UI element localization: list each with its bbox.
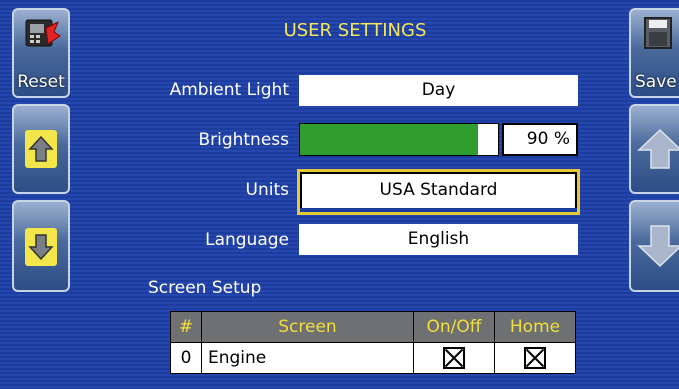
column-header-home: Home bbox=[494, 311, 576, 343]
brightness-label: Brightness bbox=[198, 130, 289, 150]
page-title: USER SETTINGS bbox=[283, 20, 427, 41]
save-label: Save bbox=[635, 72, 677, 92]
column-header-screen: Screen bbox=[201, 311, 414, 343]
scroll-up-button[interactable] bbox=[629, 104, 679, 194]
home-checkbox-cell[interactable] bbox=[494, 342, 576, 374]
brightness-slider[interactable] bbox=[299, 123, 499, 156]
scroll-up-icon bbox=[637, 126, 679, 176]
save-icon bbox=[643, 16, 675, 56]
reset-button[interactable]: Reset bbox=[12, 8, 70, 98]
arrow-down-icon bbox=[25, 228, 57, 266]
down-button[interactable] bbox=[12, 200, 70, 292]
screen-setup-label: Screen Setup bbox=[148, 278, 262, 298]
language-label: Language bbox=[205, 230, 289, 250]
scroll-down-icon bbox=[637, 220, 679, 274]
column-header-number: # bbox=[170, 311, 202, 343]
up-button[interactable] bbox=[12, 104, 70, 194]
scroll-down-button[interactable] bbox=[629, 200, 679, 292]
brightness-fill bbox=[300, 124, 479, 155]
ambient-light-label: Ambient Light bbox=[169, 80, 289, 100]
brightness-value[interactable]: 90 % bbox=[502, 123, 578, 156]
units-label: Units bbox=[245, 180, 289, 200]
home-checkbox[interactable] bbox=[524, 347, 546, 369]
units-field[interactable]: USA Standard bbox=[297, 169, 580, 215]
arrow-up-icon bbox=[25, 130, 57, 168]
column-header-on-off: On/Off bbox=[413, 311, 495, 343]
save-button[interactable]: Save bbox=[629, 8, 679, 98]
row-screen-name: Engine bbox=[201, 342, 414, 374]
table-row[interactable]: 0 Engine bbox=[170, 342, 576, 374]
on-off-checkbox-cell[interactable] bbox=[413, 342, 495, 374]
screen-setup-table: # Screen On/Off Home 0 Engine bbox=[170, 311, 576, 374]
on-off-checkbox[interactable] bbox=[443, 347, 465, 369]
ambient-light-field[interactable]: Day bbox=[299, 75, 578, 106]
reset-device-icon bbox=[24, 14, 62, 56]
row-number: 0 bbox=[170, 342, 202, 374]
language-field[interactable]: English bbox=[299, 224, 578, 255]
reset-label: Reset bbox=[17, 72, 65, 92]
